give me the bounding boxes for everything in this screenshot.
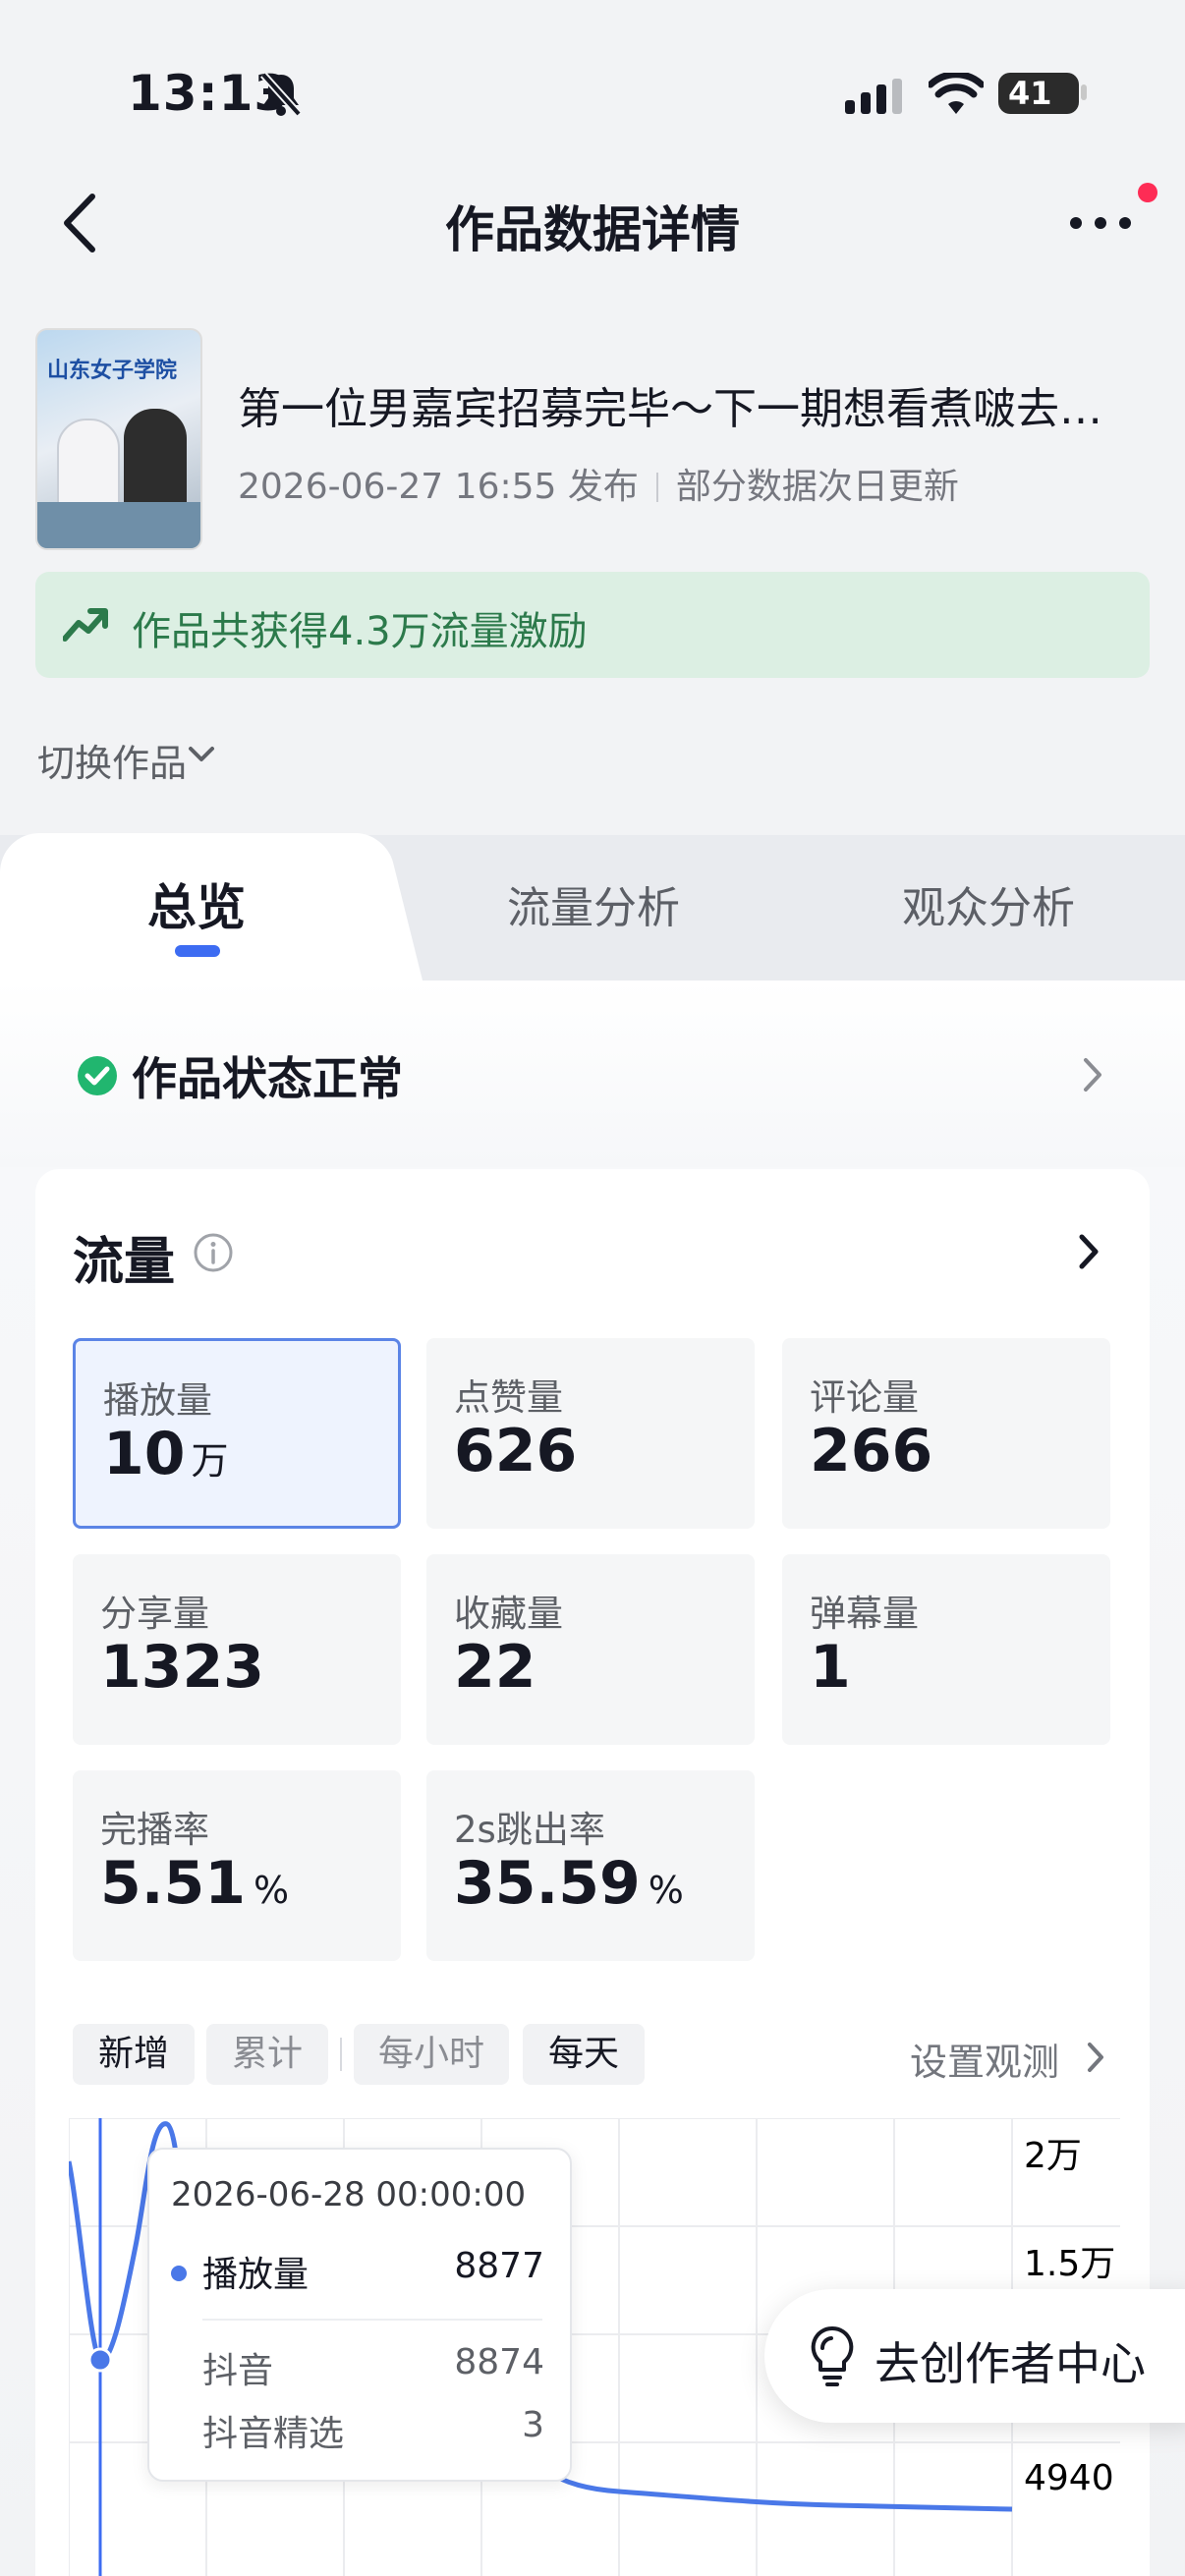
lightbulb-icon	[811, 2325, 854, 2386]
video-meta: 2026-06-27 16:55 发布 部分数据次日更新	[238, 458, 959, 509]
chevron-down-icon	[189, 747, 214, 761]
switch-work-button[interactable]: 切换作品	[37, 733, 187, 787]
cellular-signal-icon	[845, 79, 902, 114]
creator-center-button[interactable]: 去创作者中心	[764, 2289, 1185, 2423]
tab-traffic-analysis[interactable]: 流量分析	[507, 872, 680, 935]
toggle-hourly[interactable]: 每小时	[354, 2024, 509, 2085]
creator-center-label: 去创作者中心	[875, 2337, 1146, 2390]
series-dot	[171, 2266, 187, 2281]
tooltip-source-label: 抖音	[202, 2351, 274, 2391]
metric-likes[interactable]: 点赞量 626	[426, 1338, 755, 1529]
notification-dot	[1138, 183, 1157, 202]
set-observation-button[interactable]: 设置观测	[910, 2032, 1059, 2086]
tooltip-date: 2026-06-28 00:00:00	[171, 2175, 527, 2214]
bell-muted-icon	[260, 72, 302, 117]
metric-number: 35.59	[454, 1849, 641, 1918]
metric-unit: %	[648, 1869, 684, 1912]
metric-label: 弹幕量	[810, 1593, 919, 1635]
thumbnail-title: 山东女子学院	[47, 359, 178, 383]
metric-value: 22	[454, 1633, 536, 1702]
chart-tooltip: 2026-06-28 00:00:00 播放量 8877 抖音 8874 抖音精…	[147, 2148, 572, 2482]
metric-bounce-rate[interactable]: 2s跳出率 35.59%	[426, 1770, 755, 1961]
metric-number: 5.51	[100, 1849, 247, 1918]
tooltip-source-value: 3	[522, 2405, 544, 2445]
page-title: 作品数据详情	[445, 201, 740, 258]
metric-unit: 万	[191, 1439, 229, 1483]
traffic-detail-arrow-icon[interactable]	[1077, 1232, 1100, 1271]
metric-value: 1	[810, 1633, 851, 1702]
chevron-right-icon	[1084, 1058, 1101, 1092]
chevron-right-icon	[1088, 2043, 1103, 2072]
incentive-text: 作品共获得4.3万流量激励	[132, 609, 588, 654]
work-status-text: 作品状态正常	[132, 1052, 403, 1105]
tab-audience-analysis[interactable]: 观众分析	[902, 872, 1075, 935]
tab-overview[interactable]: 总览	[147, 868, 246, 939]
toggle-divider	[340, 2038, 342, 2071]
y-tick-label: 1.5万	[1024, 2244, 1115, 2284]
metric-value: 1323	[100, 1633, 264, 1702]
toggle-cumulative[interactable]: 累计	[206, 2024, 328, 2085]
publish-time: 2026-06-27 16:55 发布	[238, 467, 639, 507]
metric-label: 完播率	[100, 1809, 209, 1851]
trending-up-icon	[63, 608, 108, 642]
tooltip-series-value: 8877	[454, 2246, 544, 2286]
y-tick-label: 4940	[1024, 2458, 1114, 2498]
metric-label: 点赞量	[454, 1376, 563, 1419]
metric-value: 10 万	[103, 1420, 229, 1488]
video-thumbnail[interactable]: 山东女子学院	[35, 328, 202, 550]
metric-danmaku[interactable]: 弹幕量 1	[782, 1554, 1110, 1745]
check-circle-icon	[78, 1056, 117, 1095]
y-tick-label: 2万	[1024, 2136, 1082, 2176]
toggle-new[interactable]: 新增	[73, 2024, 195, 2085]
meta-divider	[655, 473, 658, 502]
metric-plays[interactable]: 播放量 10 万	[73, 1338, 401, 1529]
tooltip-divider	[202, 2319, 542, 2321]
metric-value: 35.59%	[454, 1849, 684, 1918]
info-icon[interactable]	[193, 1232, 234, 1273]
more-options-icon[interactable]	[1066, 208, 1135, 238]
toggle-daily[interactable]: 每天	[523, 2024, 645, 2085]
metric-label: 分享量	[100, 1593, 209, 1635]
battery-icon: 41	[998, 73, 1079, 114]
tab-active-indicator	[175, 945, 220, 957]
metric-label: 播放量	[103, 1379, 212, 1422]
metric-label: 评论量	[810, 1376, 919, 1419]
battery-cap	[1081, 84, 1087, 100]
tooltip-source-value: 8874	[454, 2342, 544, 2382]
traffic-title: 流量	[73, 1233, 176, 1292]
metric-label: 收藏量	[454, 1593, 563, 1635]
metric-favorites[interactable]: 收藏量 22	[426, 1554, 755, 1745]
metric-value: 266	[810, 1417, 933, 1485]
wifi-icon	[929, 73, 984, 114]
metric-shares[interactable]: 分享量 1323	[73, 1554, 401, 1745]
metric-value: 626	[454, 1417, 578, 1485]
tooltip-series-label: 播放量	[202, 2255, 310, 2295]
tooltip-source-label: 抖音精选	[202, 2414, 345, 2454]
metric-number: 10	[103, 1420, 186, 1488]
metric-value: 5.51%	[100, 1849, 289, 1918]
thumbnail-desk	[37, 502, 200, 548]
video-title[interactable]: 第一位男嘉宾招募完毕～下一期想看煮啵去…	[238, 373, 1152, 436]
metric-comments[interactable]: 评论量 266	[782, 1338, 1110, 1529]
metric-label: 2s跳出率	[454, 1809, 605, 1851]
chart-focus-point	[87, 2347, 113, 2373]
metric-unit: %	[254, 1869, 290, 1912]
battery-level: 41	[1008, 75, 1052, 112]
metric-completion-rate[interactable]: 完播率 5.51%	[73, 1770, 401, 1961]
update-note: 部分数据次日更新	[675, 467, 959, 507]
